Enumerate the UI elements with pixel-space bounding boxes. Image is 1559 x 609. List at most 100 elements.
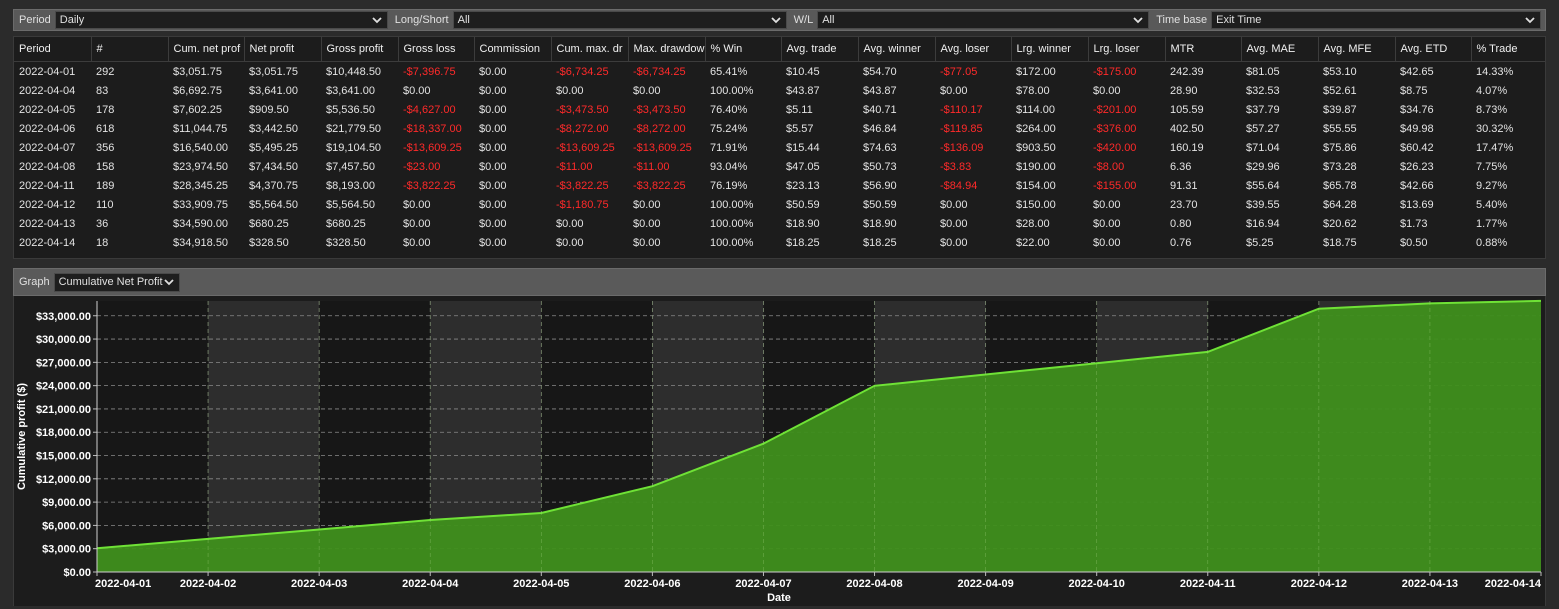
table-cell: -$23.00 [403, 160, 441, 173]
table-cell: -$11.00 [556, 160, 593, 173]
column-header[interactable]: Cum. max. dr [551, 37, 629, 62]
table-cell: $71.04 [1246, 141, 1280, 154]
y-tick-label: $27,000.00 [36, 357, 91, 369]
table-cell: $78.00 [1016, 84, 1050, 97]
table-cell: 2022-04-05 [19, 103, 76, 116]
table-cell: $5,495.25 [249, 141, 298, 154]
table-cell: $55.64 [1246, 179, 1280, 192]
long-short-select[interactable]: All [452, 11, 787, 29]
column-header[interactable]: Avg. MAE [1241, 37, 1319, 62]
column-header[interactable]: Lrg. loser [1088, 37, 1166, 62]
table-cell: $10,448.50 [326, 65, 382, 78]
x-axis-title: Date [767, 592, 791, 604]
table-cell: 160.19 [1170, 141, 1204, 154]
time-base-select[interactable]: Exit Time [1211, 11, 1542, 29]
table-row[interactable]: 2022-04-14 18 $34,918.50 $328.50 $328.50 $0.0… [14, 233, 1545, 252]
table-cell: $0.00 [633, 84, 661, 97]
table-cell: 100.00% [710, 217, 754, 230]
table-cell: 76.19% [710, 179, 748, 192]
table-cell: 110 [96, 198, 114, 211]
table-cell: $0.00 [479, 84, 507, 97]
table-row[interactable]: 2022-04-13 36 $34,590.00 $680.25 $680.25 $0.0… [14, 214, 1545, 233]
table-row[interactable]: 2022-04-01 292 $3,051.75 $3,051.75 $10,448.5… [14, 62, 1545, 82]
column-header[interactable]: Avg. trade [781, 37, 859, 62]
column-header[interactable]: Avg. winner [858, 37, 936, 62]
table-cell: $16.94 [1246, 217, 1280, 230]
table-cell: $18.75 [1323, 236, 1357, 249]
table-row[interactable]: 2022-04-04 83 $6,692.75 $3,641.00 $3,641.00 $… [14, 81, 1545, 100]
table-cell: 2022-04-04 [19, 84, 76, 97]
column-header[interactable]: Gross loss [398, 37, 475, 62]
table-row[interactable]: 2022-04-12 110 $33,909.75 $5,564.50 $5,564.5… [14, 195, 1545, 214]
column-header[interactable]: # [91, 37, 169, 62]
table-cell: $34,918.50 [173, 236, 229, 249]
win-loss-select[interactable]: All [817, 11, 1150, 29]
column-header[interactable]: % Trade [1471, 37, 1545, 62]
y-axis-title: Cumulative profit ($) [16, 383, 28, 490]
table-cell: 2022-04-11 [19, 179, 75, 192]
table-cell: $0.00 [479, 65, 507, 78]
column-header[interactable]: Avg. loser [935, 37, 1012, 62]
table-cell: 2022-04-12 [19, 198, 76, 211]
table-cell: $0.00 [403, 236, 431, 249]
column-header[interactable]: Commission [474, 37, 552, 62]
table-cell: -$3,822.25 [633, 179, 686, 192]
table-row[interactable]: 2022-04-08 158 $23,974.50 $7,434.50 $7,457.5… [14, 157, 1545, 176]
table-body: 2022-04-01 292 $3,051.75 $3,051.75 $10,448.5… [14, 62, 1545, 253]
column-header[interactable]: Gross profit [321, 37, 399, 62]
table-cell: -$4,627.00 [403, 103, 456, 116]
table-cell: $23,974.50 [173, 160, 229, 173]
table-cell: 75.24% [710, 122, 748, 135]
table-cell: 105.59 [1170, 103, 1204, 116]
graph-type-select[interactable]: Cumulative Net Profit [53, 272, 180, 292]
table-cell: $3,641.00 [326, 84, 375, 97]
table-cell: $5,564.50 [249, 198, 298, 211]
table-cell: 189 [96, 179, 115, 192]
table-row[interactable]: 2022-04-11 189 $28,345.25 $4,370.75 $8,193.0… [14, 176, 1545, 195]
table-cell: $19,104.50 [326, 141, 382, 154]
table-row[interactable]: 2022-04-05 178 $7,602.25 $909.50 $5,536.50 -$… [14, 100, 1545, 119]
column-header[interactable]: Net profit [244, 37, 322, 62]
table-row[interactable]: 2022-04-06 618 $11,044.75 $3,442.50 $21,779.… [14, 119, 1545, 138]
column-header[interactable]: MTR [1165, 37, 1242, 62]
table-row[interactable]: 2022-04-07 356 $16,540.00 $5,495.25 $19,104.… [14, 138, 1545, 157]
table-cell: 23.70 [1170, 198, 1198, 211]
column-header[interactable]: Max. drawdow [628, 37, 706, 62]
table-cell: $0.00 [479, 179, 507, 192]
table-cell: -$3,822.25 [403, 179, 456, 192]
x-tick-label: 2022-04-03 [291, 578, 347, 590]
table-cell: $18.25 [863, 236, 897, 249]
chevron-down-icon [770, 14, 782, 26]
table-cell: $0.00 [633, 198, 661, 211]
table-cell: $18.90 [863, 217, 897, 230]
period-select-value: Daily [59, 14, 85, 26]
column-header[interactable]: Avg. ETD [1395, 37, 1472, 62]
long-short-label: Long/Short [394, 14, 449, 26]
x-tick-label: 2022-04-08 [846, 578, 902, 590]
x-tick-label: 2022-04-06 [624, 578, 680, 590]
table-cell: 17.47% [1476, 141, 1514, 154]
column-header[interactable]: Avg. MFE [1318, 37, 1396, 62]
table-cell: -$136.09 [940, 141, 984, 154]
table-cell: -$77.05 [940, 65, 978, 78]
column-header[interactable]: % Win [705, 37, 782, 62]
graph-type-select-value: Cumulative Net Profit [58, 276, 163, 288]
table-cell: 158 [96, 160, 115, 173]
table-cell: $43.87 [863, 84, 897, 97]
table-cell: -$84.94 [940, 179, 978, 192]
table-cell: 100.00% [710, 84, 754, 97]
column-header[interactable]: Lrg. winner [1011, 37, 1089, 62]
table-cell: $50.59 [786, 198, 820, 211]
period-select[interactable]: Daily [54, 11, 388, 29]
table-cell: $28,345.25 [173, 179, 229, 192]
table-cell: $903.50 [1016, 141, 1056, 154]
y-tick-label: $12,000.00 [36, 474, 91, 486]
table-cell: $1.73 [1400, 217, 1428, 230]
column-header[interactable]: Cum. net prof [168, 37, 245, 62]
table-cell: $5.11 [786, 103, 813, 116]
x-tick-label: 2022-04-01 [95, 578, 151, 590]
table-cell: $3,641.00 [249, 84, 298, 97]
table-cell: $39.55 [1246, 198, 1280, 211]
table-cell: $680.25 [249, 217, 289, 230]
column-header[interactable]: Period [14, 37, 92, 62]
